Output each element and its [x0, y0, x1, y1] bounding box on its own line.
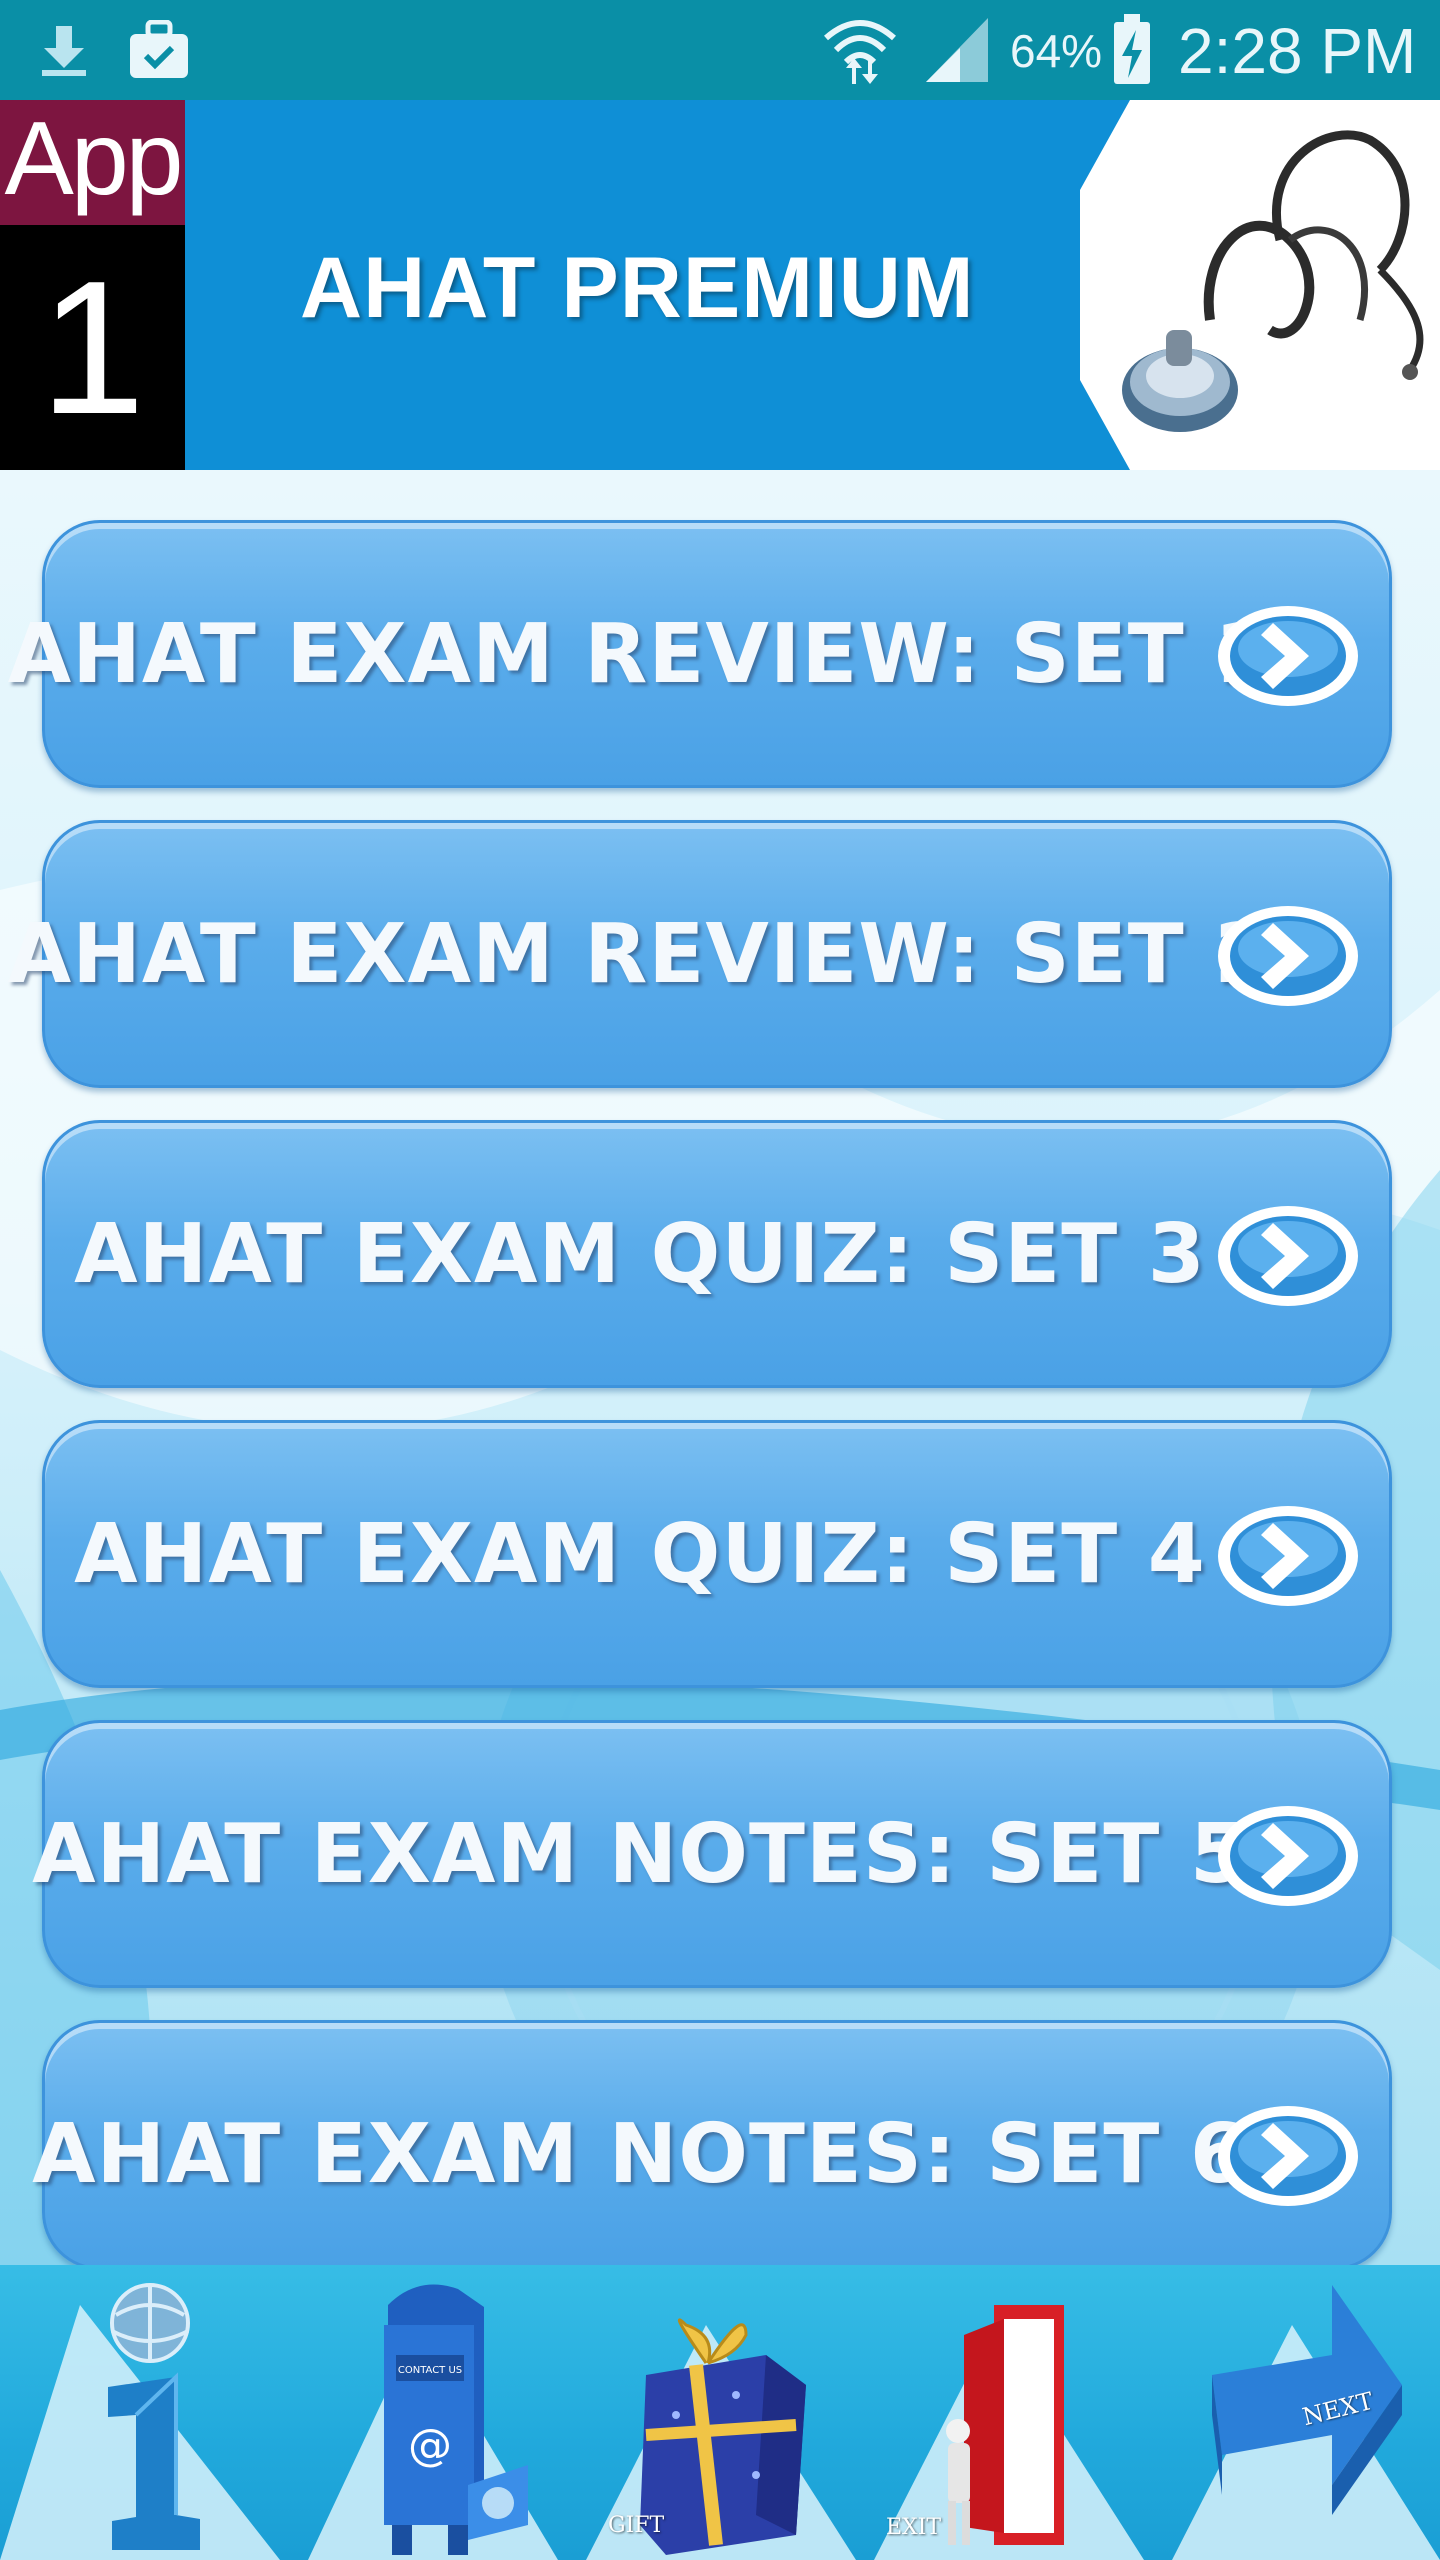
bottom-toolbar: CONTACT US @ GIFT EXIT NEXT: [0, 2265, 1440, 2560]
at-symbol: @: [408, 2420, 452, 2471]
menu-button-set-2[interactable]: AHAT EXAM REVIEW: SET 2: [7, 820, 1392, 1088]
menu-button-label: AHAT EXAM NOTES: SET 6: [32, 2106, 1248, 2202]
chevron-right-icon: [1218, 1206, 1358, 1306]
battery-percent: 64%: [1010, 25, 1103, 77]
menu-button-set-5[interactable]: AHAT EXAM NOTES: SET 5: [32, 1720, 1392, 1988]
menu-button-set-3[interactable]: AHAT EXAM QUIZ: SET 3: [42, 1120, 1392, 1388]
briefcase-icon: [130, 20, 188, 78]
app-badge-label: App: [0, 100, 185, 225]
page-title: AHAT PREMIUM: [300, 240, 975, 336]
menu-button-set-4[interactable]: AHAT EXAM QUIZ: SET 4: [42, 1420, 1392, 1688]
gift-caption: GIFT: [608, 2513, 665, 2538]
signal-icon: [926, 18, 988, 82]
chevron-right-icon: [1218, 1506, 1358, 1606]
next-arrow-icon: [1172, 2285, 1440, 2560]
contact-us-button[interactable]: CONTACT US @: [288, 2265, 576, 2560]
mailbox-label: CONTACT US: [398, 2365, 462, 2376]
app-header: App 1 AHAT PREMIUM: [0, 100, 1440, 470]
mailbox-icon: CONTACT US @: [308, 2284, 558, 2560]
wifi-icon: [824, 20, 896, 84]
next-button[interactable]: NEXT: [1152, 2265, 1440, 2560]
info-globe-icon: [0, 2283, 280, 2560]
clock: 2:28 PM: [1178, 15, 1417, 87]
chevron-right-icon: [1218, 606, 1358, 706]
app-badge: App 1: [0, 100, 185, 470]
status-bar: 64% 2:28 PM: [0, 0, 1440, 100]
stethoscope-icon: [1080, 100, 1440, 470]
battery-charging-icon: [1114, 14, 1150, 84]
menu-button-label: AHAT EXAM REVIEW: SET 1: [7, 606, 1273, 702]
menu-button-label: AHAT EXAM REVIEW: SET 2: [7, 906, 1273, 1002]
chevron-right-icon: [1218, 906, 1358, 1006]
menu-button-label: AHAT EXAM QUIZ: SET 4: [74, 1506, 1206, 1602]
gift-button[interactable]: GIFT: [576, 2265, 864, 2560]
menu-button-set-6[interactable]: AHAT EXAM NOTES: SET 6: [32, 2020, 1392, 2270]
info-button[interactable]: [0, 2265, 288, 2560]
chevron-right-icon: [1218, 1806, 1358, 1906]
menu-button-label: AHAT EXAM QUIZ: SET 3: [74, 1206, 1206, 1302]
chevron-right-icon: [1218, 2106, 1358, 2206]
menu-button-set-1[interactable]: AHAT EXAM REVIEW: SET 1: [7, 520, 1392, 788]
exit-button[interactable]: EXIT: [864, 2265, 1152, 2560]
exit-caption: EXIT: [886, 2515, 942, 2540]
menu-button-label: AHAT EXAM NOTES: SET 5: [32, 1806, 1248, 1902]
download-icon: [42, 26, 86, 76]
app-badge-number: 1: [39, 242, 146, 454]
